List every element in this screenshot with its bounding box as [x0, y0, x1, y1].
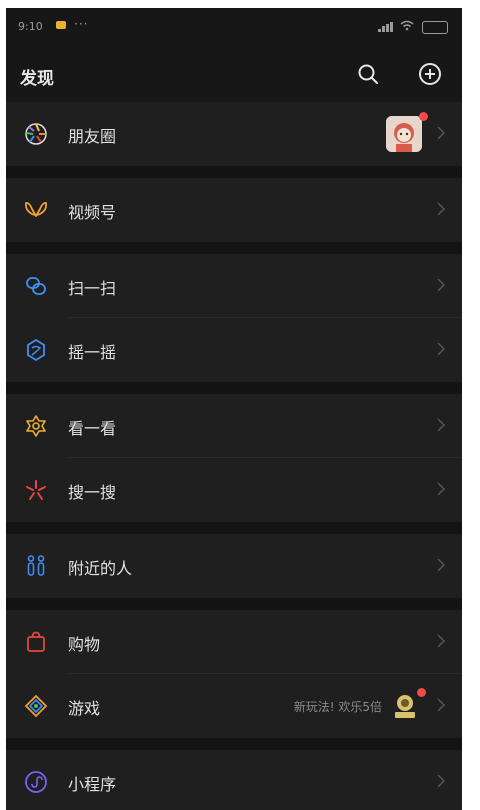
- message-notification-icon: [56, 21, 66, 29]
- row-channels[interactable]: 视频号: [6, 178, 462, 242]
- group-shop-games: 购物 游戏 新玩法! 欢乐5倍: [6, 610, 462, 738]
- phone-screen: 9:10 ··· 发现 朋友圈 视频号 扫一扫 摇一摇 看一看 搜一搜 附近的人…: [6, 8, 462, 810]
- chevron-right-icon: [437, 202, 446, 216]
- row-label: 游戏: [68, 699, 101, 718]
- row-label: 附近的人: [68, 559, 133, 578]
- discover-list: 朋友圈 视频号 扫一扫 摇一摇 看一看 搜一搜 附近的人 购物 游戏 新玩法! …: [6, 102, 462, 810]
- mini-programs-icon: [25, 771, 47, 793]
- games-icon: [24, 694, 48, 718]
- group-scan-shake: 扫一扫 摇一摇: [6, 254, 462, 382]
- games-new-dot: [417, 688, 426, 697]
- chevron-right-icon: [437, 482, 446, 496]
- people-nearby-icon: [27, 555, 45, 576]
- group-channels: 视频号: [6, 178, 462, 242]
- group-moments: 朋友圈: [6, 102, 462, 166]
- row-shake[interactable]: 摇一摇: [6, 318, 462, 382]
- row-shopping[interactable]: 购物: [6, 610, 462, 674]
- shake-icon: [27, 338, 45, 362]
- row-search[interactable]: 搜一搜: [6, 458, 462, 522]
- row-moments[interactable]: 朋友圈: [6, 102, 462, 166]
- row-label: 看一看: [68, 419, 117, 438]
- add-button[interactable]: [418, 62, 442, 86]
- plus-circle-icon: [419, 63, 441, 85]
- discover-header: 发现: [6, 46, 462, 102]
- row-label: 朋友圈: [68, 127, 117, 146]
- row-nearby[interactable]: 附近的人: [6, 534, 462, 598]
- page-title: 发现: [20, 69, 54, 89]
- row-top-stories[interactable]: 看一看: [6, 394, 462, 458]
- group-mini-programs: 小程序: [6, 750, 462, 810]
- status-bar: 9:10 ···: [6, 8, 462, 46]
- chevron-right-icon: [437, 698, 446, 712]
- group-nearby: 附近的人: [6, 534, 462, 598]
- wifi-icon: [400, 20, 414, 34]
- row-label: 购物: [68, 635, 101, 654]
- chevron-right-icon: [437, 558, 446, 572]
- row-scan[interactable]: 扫一扫: [6, 254, 462, 318]
- aperture-icon: [25, 123, 47, 145]
- search-icon: [358, 64, 378, 84]
- row-label: 摇一摇: [68, 343, 117, 362]
- row-label: 扫一扫: [68, 279, 117, 298]
- scan-icon: [26, 277, 46, 295]
- chevron-right-icon: [437, 774, 446, 788]
- search-button[interactable]: [356, 62, 380, 86]
- row-label: 小程序: [68, 775, 117, 794]
- status-icons: [378, 20, 448, 34]
- chevron-right-icon: [437, 278, 446, 292]
- status-time: 9:10: [18, 20, 43, 33]
- chevron-right-icon: [437, 418, 446, 432]
- moments-avatar: [386, 116, 422, 152]
- row-label: 视频号: [68, 203, 117, 222]
- shopping-bag-icon: [27, 631, 45, 652]
- chevron-right-icon: [437, 634, 446, 648]
- battery-icon: [422, 20, 448, 34]
- channels-icon: [24, 201, 48, 217]
- row-games[interactable]: 游戏 新玩法! 欢乐5倍: [6, 674, 462, 738]
- moments-new-dot: [419, 112, 428, 121]
- row-label: 搜一搜: [68, 483, 117, 502]
- search-feature-icon: [26, 480, 46, 500]
- row-mini-programs[interactable]: 小程序: [6, 750, 462, 810]
- chevron-right-icon: [437, 126, 446, 140]
- group-look-search: 看一看 搜一搜: [6, 394, 462, 522]
- signal-icon: [378, 22, 393, 32]
- game-badge-icon: [395, 695, 415, 718]
- chevron-right-icon: [437, 342, 446, 356]
- games-promo-text: 新玩法! 欢乐5倍: [293, 700, 382, 714]
- top-stories-icon: [26, 415, 46, 437]
- status-dots: ···: [74, 17, 89, 31]
